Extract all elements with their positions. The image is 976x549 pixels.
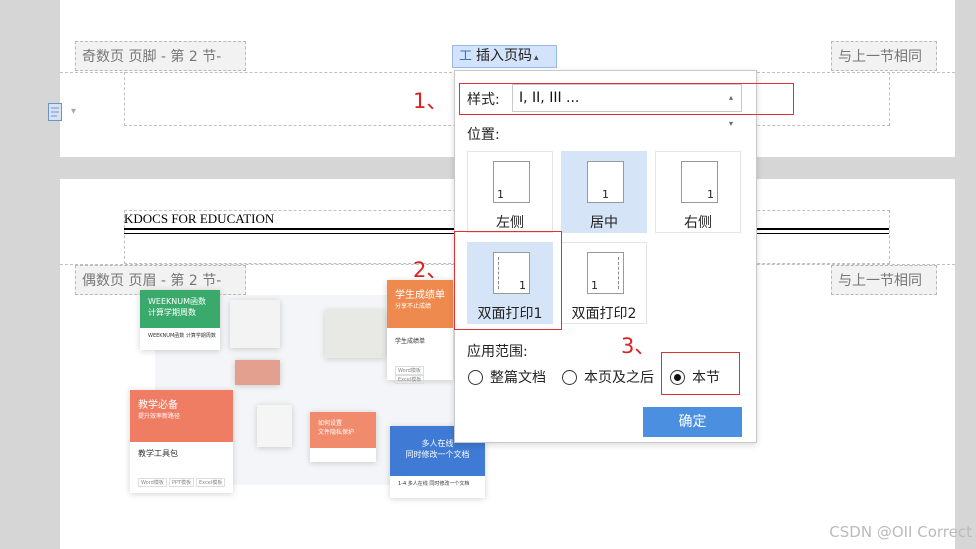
- card-subtitle: 提升效率新路径: [138, 413, 181, 420]
- card-subtitle: 文件隐私保护: [318, 429, 355, 436]
- scope-option-label: 本页及之后: [584, 370, 654, 386]
- position-option-duplex-2[interactable]: 1 双面打印2: [561, 242, 647, 324]
- scope-option-this-page-onward[interactable]: 本页及之后: [562, 367, 654, 387]
- page-number-sample: 1: [707, 188, 714, 201]
- annotation-step-2: 2、: [413, 258, 448, 282]
- scope-option-whole-document[interactable]: 整篇文档: [468, 367, 546, 387]
- annotation-step-3: 3、: [621, 334, 656, 358]
- same-as-previous-link[interactable]: 与上一节相同: [831, 265, 937, 295]
- page-number-sample: 1: [591, 279, 598, 292]
- page-thumbnail: 1: [587, 252, 624, 294]
- radio-button[interactable]: [562, 369, 577, 385]
- card-caption: WEEKNUM函数 计算学期周数: [148, 333, 216, 339]
- card-title: WEEKNUM函数: [148, 297, 207, 306]
- watermark-text: CSDN @OII Correct: [829, 523, 972, 541]
- insert-page-number-button[interactable]: 工插入页码 ▴: [452, 45, 557, 68]
- page-thumbnail: 1: [493, 161, 530, 203]
- annotation-box-duplex: [454, 231, 562, 330]
- card-subtitle: 分享不止成绩: [395, 303, 432, 310]
- template-tag: Excel模板: [395, 375, 425, 384]
- annotation-box-style: [459, 83, 794, 115]
- apply-scope-label: 应用范围:: [467, 344, 528, 360]
- position-option-left[interactable]: 1 左侧: [467, 151, 553, 233]
- insert-page-number-label: 插入页码: [476, 48, 533, 64]
- position-label: 位置:: [467, 127, 500, 143]
- card-caption: 教学工具包: [138, 449, 178, 458]
- position-option-right[interactable]: 1 右侧: [655, 151, 741, 233]
- position-option-label: 居中: [590, 215, 618, 231]
- paragraph-layout-icon[interactable]: [48, 103, 62, 121]
- template-card-transcript: 学生成绩单 分享不止成绩 学生成绩单 Word模板Excel模板: [387, 280, 453, 384]
- position-option-label: 左侧: [496, 215, 524, 231]
- template-card-privacy: 如何设置 文件隐私保护: [310, 412, 376, 462]
- card-caption: 学生成绩单: [395, 338, 426, 345]
- page-number-icon: 工: [459, 49, 473, 64]
- card-title: 学生成绩单: [395, 290, 445, 301]
- position-option-label: 双面打印2: [571, 306, 637, 322]
- template-tag: Excel模板: [195, 478, 226, 487]
- scope-option-label: 整篇文档: [490, 370, 546, 386]
- same-as-previous-link[interactable]: 与上一节相同: [831, 41, 937, 71]
- page-thumbnail: 1: [587, 161, 624, 203]
- page-number-sample: 1: [602, 188, 609, 201]
- card-title: 如何设置: [318, 420, 343, 427]
- radio-button[interactable]: [468, 369, 483, 385]
- template-thumbnail: [235, 360, 280, 385]
- header-text: KDOCS FOR EDUCATION: [124, 211, 275, 226]
- page-number-sample: 1: [497, 188, 504, 201]
- template-thumbnail: [257, 405, 292, 447]
- template-card-weeknum: WEEKNUM函数 计算学期周数 WEEKNUM函数 计算学期周数: [140, 290, 220, 350]
- template-tag: PPT模板: [168, 478, 194, 487]
- chevron-down-icon[interactable]: ▾: [71, 106, 76, 117]
- page-thumbnail: 1: [681, 161, 718, 203]
- position-option-center[interactable]: 1 居中: [561, 151, 647, 233]
- template-tag: Word模板: [138, 478, 167, 487]
- annotation-box-this-section: [661, 352, 740, 395]
- template-card-toolkit: 教学必备 提升效率新路径 教学工具包 Word模板 PPT模板 Excel模板: [130, 390, 233, 493]
- caret-up-icon: ▴: [534, 53, 539, 63]
- footer-section-tag: 奇数页 页脚 - 第 2 节-: [75, 41, 246, 71]
- template-tag: Word模板: [395, 366, 424, 375]
- template-thumbnail: [230, 300, 280, 348]
- education-template-collage-image: WEEKNUM函数 计算学期周数 WEEKNUM函数 计算学期周数 学生成绩单 …: [125, 270, 490, 505]
- template-thumbnail: [325, 310, 385, 358]
- card-subtitle: 同时修改一个文档: [405, 450, 470, 459]
- annotation-step-1: 1、: [413, 89, 448, 113]
- ok-button[interactable]: 确定: [643, 407, 742, 437]
- card-subtitle: 计算学期周数: [148, 308, 196, 317]
- position-option-label: 右侧: [684, 215, 712, 231]
- card-title: 教学必备: [138, 400, 178, 411]
- margin-guide: [618, 257, 619, 289]
- card-caption: 1-4 多人在线 同时修改一个文档: [398, 481, 470, 487]
